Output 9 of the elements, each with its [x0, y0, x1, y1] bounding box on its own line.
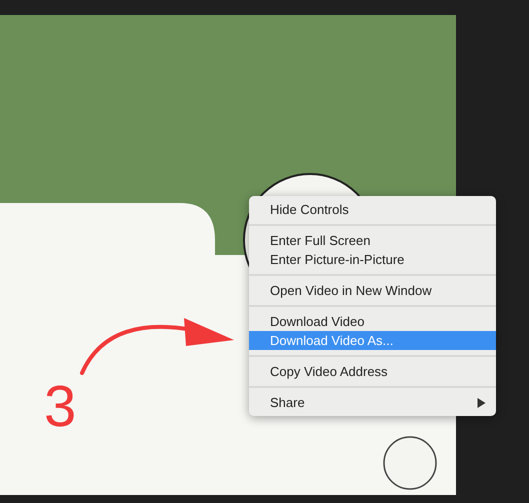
annotation-number: 3 [44, 378, 76, 436]
menu-item[interactable]: Enter Picture-in-Picture [249, 250, 496, 269]
submenu-arrow-icon [477, 398, 486, 408]
menu-item[interactable]: Hide Controls [249, 200, 496, 219]
menu-item[interactable]: Share [249, 393, 496, 412]
menu-item[interactable]: Copy Video Address [249, 362, 496, 381]
menu-item[interactable]: Download Video [249, 312, 496, 331]
menu-item[interactable]: Open Video in New Window [249, 281, 496, 300]
menu-item[interactable]: Enter Full Screen [249, 231, 496, 250]
